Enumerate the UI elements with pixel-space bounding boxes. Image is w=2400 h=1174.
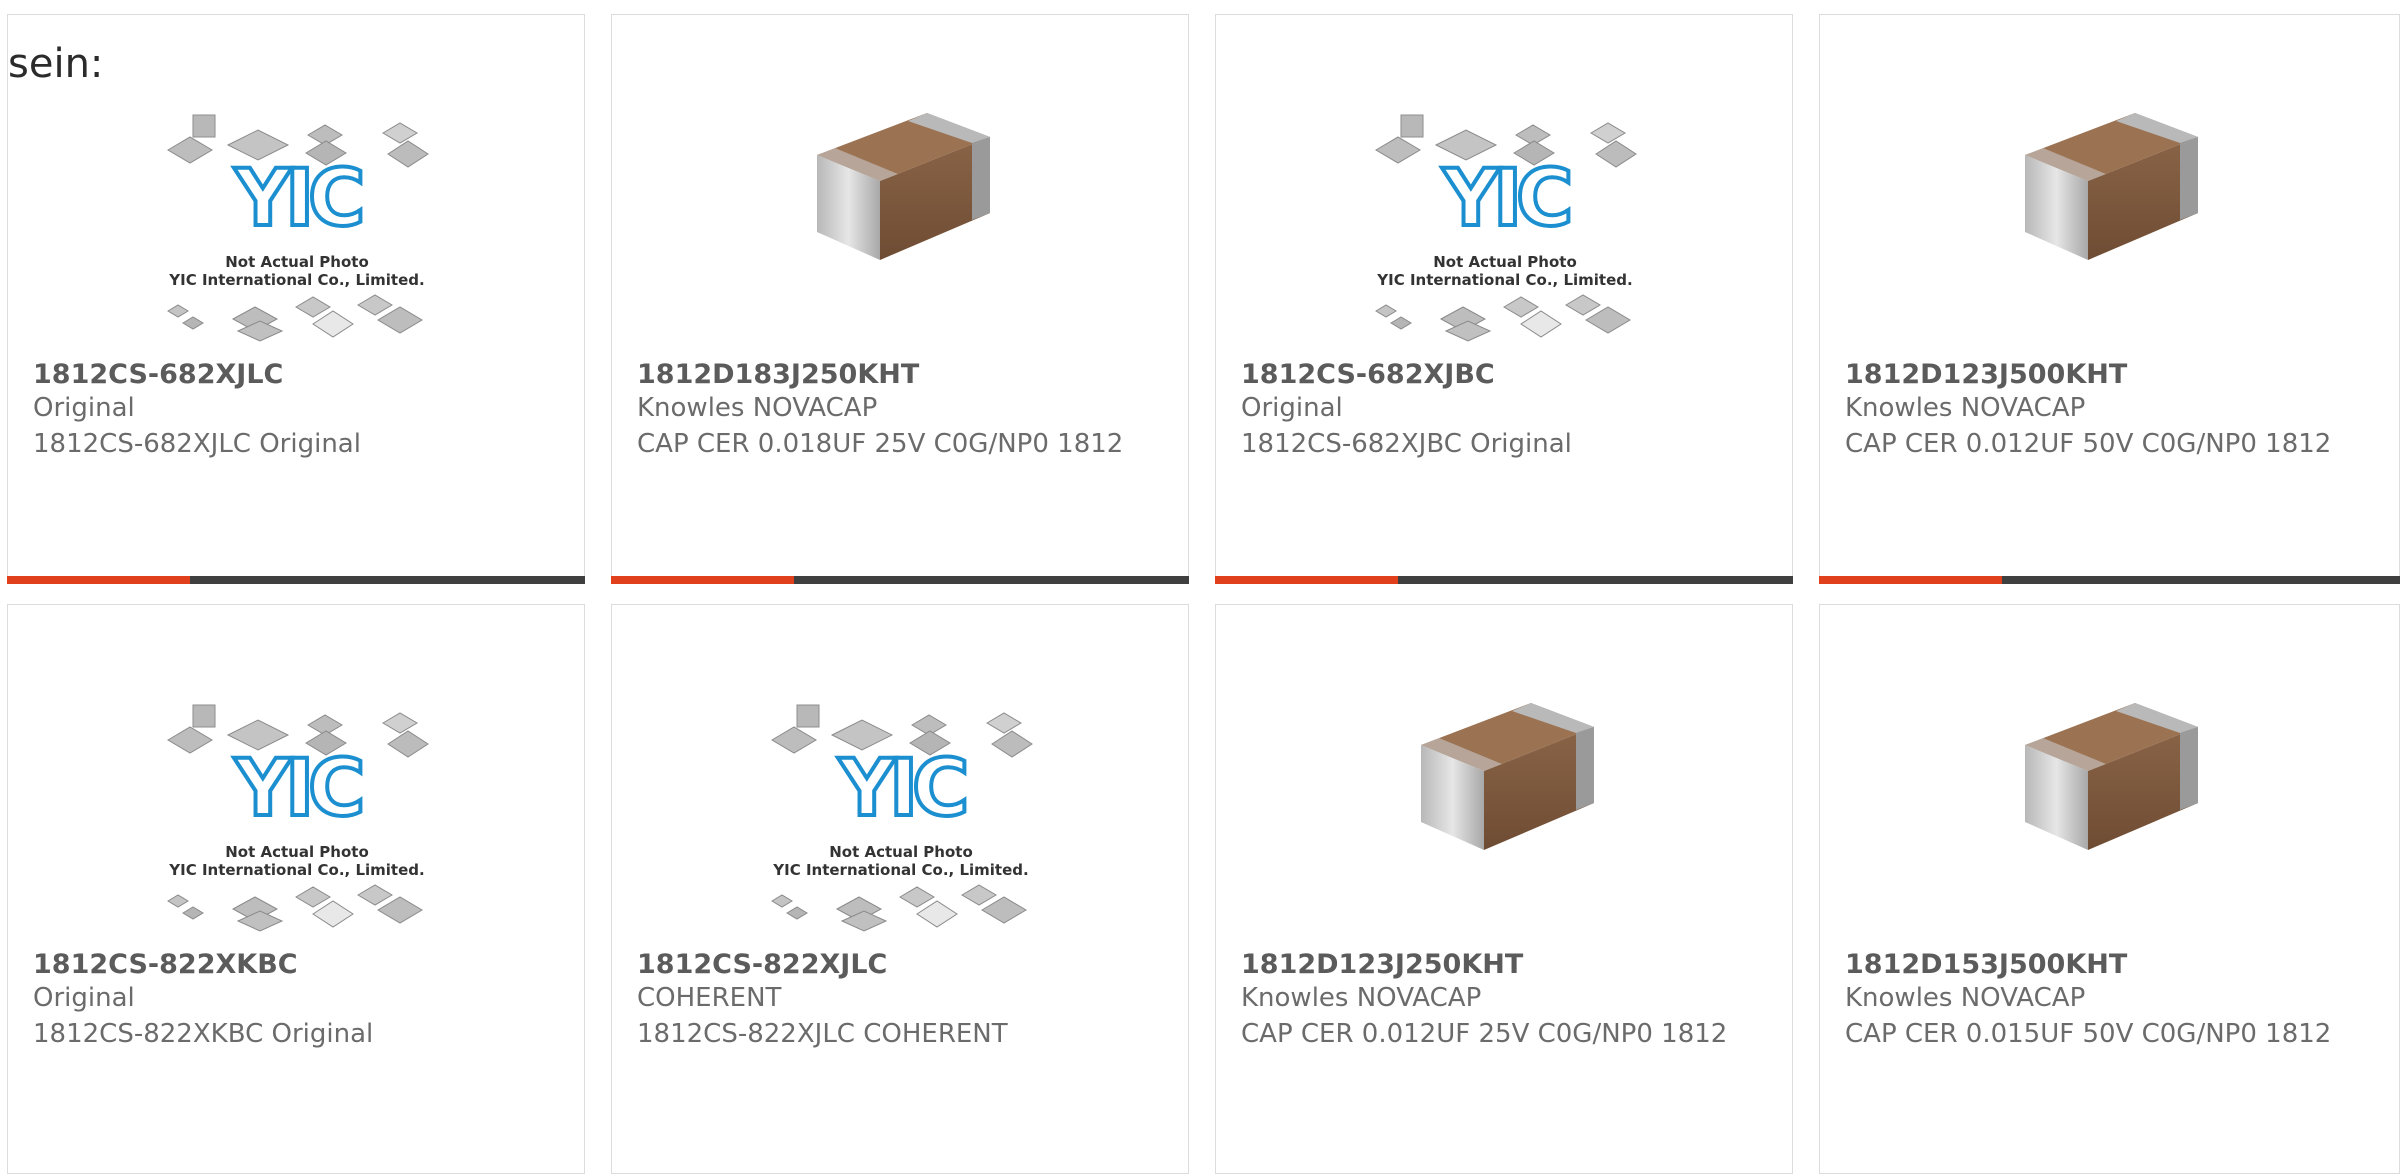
capacitor-image	[1820, 675, 2399, 945]
placeholder-image: YIC Not Actual Photo YIC International C…	[8, 85, 584, 355]
part-number-link[interactable]: 1812D153J500KHT	[1845, 949, 2127, 980]
svg-text:Not Actual Photo: Not Actual Photo	[829, 843, 973, 861]
part-number-link[interactable]: 1812CS-822XJLC	[637, 949, 887, 980]
card-footer-bar	[1819, 576, 2400, 584]
product-card[interactable]: 1812D123J500KHT Knowles NOVACAP CAP CER …	[1819, 14, 2400, 584]
accent-bar	[7, 576, 190, 584]
part-number-link[interactable]: 1812D123J250KHT	[1241, 949, 1523, 980]
capacitor-image	[1216, 675, 1792, 945]
product-card[interactable]: 1812D183J250KHT Knowles NOVACAP CAP CER …	[611, 14, 1189, 584]
card-footer-bar	[611, 576, 1189, 584]
accent-bar	[1215, 576, 1398, 584]
manufacturer: COHERENT	[637, 983, 782, 1013]
placeholder-image: YIC Not Actual Photo YIC International C…	[8, 675, 584, 945]
svg-text:YIC International Co., Limited: YIC International Co., Limited.	[1376, 271, 1632, 289]
capacitor-image	[612, 85, 1188, 355]
manufacturer: Knowles NOVACAP	[637, 393, 878, 423]
accent-bar	[1819, 576, 2002, 584]
part-number-link[interactable]: 1812D183J250KHT	[637, 359, 919, 390]
accent-bar	[611, 576, 794, 584]
product-card[interactable]: 1812D123J250KHT Knowles NOVACAP CAP CER …	[1215, 604, 1793, 1174]
card-footer-bar	[1215, 576, 1793, 584]
card-footer-bar	[7, 576, 585, 584]
manufacturer: Knowles NOVACAP	[1845, 983, 2086, 1013]
product-card[interactable]: YIC Not Actual Photo YIC International C…	[1215, 14, 1793, 584]
description: 1812CS-822XJLC COHERENT	[637, 1019, 1008, 1049]
description: 1812CS-822XKBC Original	[33, 1019, 374, 1049]
svg-text:YIC International Co., Limited: YIC International Co., Limited.	[168, 861, 424, 879]
svg-text:YIC: YIC	[838, 744, 966, 834]
svg-text:YIC: YIC	[234, 154, 362, 244]
part-number-link[interactable]: 1812CS-682XJLC	[33, 359, 283, 390]
manufacturer: Original	[33, 983, 135, 1013]
part-number-link[interactable]: 1812CS-822XKBC	[33, 949, 298, 980]
manufacturer: Original	[1241, 393, 1343, 423]
description: CAP CER 0.012UF 50V C0G/NP0 1812	[1845, 429, 2332, 459]
product-card[interactable]: YIC Not Actual Photo YIC International C…	[7, 14, 585, 584]
capacitor-image	[1820, 85, 2399, 355]
placeholder-image: YIC Not Actual Photo YIC International C…	[612, 675, 1188, 945]
product-card[interactable]: 1812D153J500KHT Knowles NOVACAP CAP CER …	[1819, 604, 2400, 1174]
part-number-link[interactable]: 1812D123J500KHT	[1845, 359, 2127, 390]
svg-text:Not Actual Photo: Not Actual Photo	[225, 843, 369, 861]
description: CAP CER 0.015UF 50V C0G/NP0 1812	[1845, 1019, 2332, 1049]
description: CAP CER 0.018UF 25V C0G/NP0 1812	[637, 429, 1124, 459]
svg-text:YIC International Co., Limited: YIC International Co., Limited.	[168, 271, 424, 289]
description: CAP CER 0.012UF 25V C0G/NP0 1812	[1241, 1019, 1728, 1049]
description: 1812CS-682XJBC Original	[1241, 429, 1572, 459]
svg-text:Not Actual Photo: Not Actual Photo	[1433, 253, 1577, 271]
placeholder-image: YIC Not Actual Photo YIC International C…	[1216, 85, 1792, 355]
svg-text:YIC International Co., Limited: YIC International Co., Limited.	[772, 861, 1028, 879]
manufacturer: Original	[33, 393, 135, 423]
section-label: sein:	[8, 41, 104, 87]
svg-text:YIC: YIC	[234, 744, 362, 834]
product-card[interactable]: YIC Not Actual Photo YIC International C…	[7, 604, 585, 1174]
svg-text:YIC: YIC	[1442, 154, 1570, 244]
manufacturer: Knowles NOVACAP	[1241, 983, 1482, 1013]
product-card[interactable]: YIC Not Actual Photo YIC International C…	[611, 604, 1189, 1174]
part-number-link[interactable]: 1812CS-682XJBC	[1241, 359, 1495, 390]
description: 1812CS-682XJLC Original	[33, 429, 361, 459]
product-grid: YIC Not Actual Photo YIC International C…	[0, 0, 2400, 1174]
manufacturer: Knowles NOVACAP	[1845, 393, 2086, 423]
svg-text:Not Actual Photo: Not Actual Photo	[225, 253, 369, 271]
